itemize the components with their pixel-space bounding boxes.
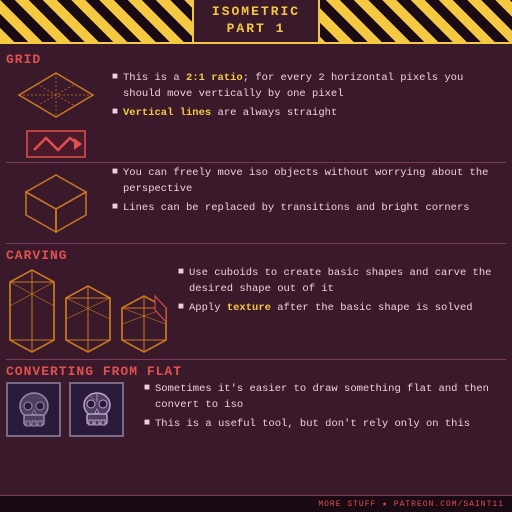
divider-3 [6, 359, 506, 360]
converting-bullet-1: ■ Sometimes it's easier to draw somethin… [144, 382, 506, 414]
header-title: ISOMETRIC PART 1 [212, 4, 300, 38]
footer-separator: ★ [382, 500, 394, 509]
grid-section: ■ This is a 2:1 ratio; for every 2 horiz… [6, 69, 506, 158]
carving-cube1-svg [6, 266, 58, 356]
iso-grid-svg [11, 69, 101, 124]
carving-bullet-2: ■ Apply texture after the basic shape is… [178, 301, 506, 317]
header: ISOMETRIC PART 1 [0, 0, 512, 44]
converting-text: ■ Sometimes it's easier to draw somethin… [144, 382, 506, 435]
converting-content: ■ Sometimes it's easier to draw somethin… [6, 382, 506, 437]
main-content: GRID [0, 44, 512, 441]
grid-section-label: GRID [6, 52, 506, 67]
carving-text: ■ Use cuboids to create basic shapes and… [178, 266, 506, 319]
footer-text: MORE STUFF ★ PATREON.COM/SAInt11 [318, 499, 504, 509]
carving-cube3-svg [118, 266, 170, 356]
grid-visuals [6, 69, 106, 158]
divider-2 [6, 243, 506, 244]
header-box: ISOMETRIC PART 1 [192, 0, 320, 44]
iso-cube-visual [6, 166, 106, 240]
carving-section-label: CARVING [6, 248, 506, 263]
iso-bullet-2: ■ Lines can be replaced by transitions a… [112, 201, 506, 217]
grid-bullet-2: ■ Vertical lines are always straight [112, 106, 506, 122]
footer-prefix: MORE STUFF [318, 500, 376, 509]
carving-section: CARVING [6, 248, 506, 356]
divider-1 [6, 162, 506, 163]
skull-svg-2 [75, 388, 119, 432]
skull-svg-1 [12, 388, 56, 432]
title-line1: ISOMETRIC [212, 4, 300, 19]
iso-move-text: ■ You can freely move iso objects withou… [112, 166, 506, 219]
footer-url: PATREON.COM/SAInt11 [394, 500, 504, 509]
converting-section: CONVERTING FROM FLAT [6, 364, 506, 437]
carving-bullet-1: ■ Use cuboids to create basic shapes and… [178, 266, 506, 298]
iso-bullet-1: ■ You can freely move iso objects withou… [112, 166, 506, 198]
title-line2: PART 1 [227, 21, 286, 36]
carving-cube-visuals [6, 266, 176, 356]
grid-text: ■ This is a 2:1 ratio; for every 2 horiz… [112, 69, 506, 124]
iso-cube-svg [16, 170, 96, 240]
ratio-arrow-svg [26, 130, 86, 158]
converting-bullet-2: ■ This is a useful tool, but don't rely … [144, 417, 506, 433]
skull-box-2 [69, 382, 124, 437]
grid-bullet-1: ■ This is a 2:1 ratio; for every 2 horiz… [112, 71, 506, 103]
skull-box-1 [6, 382, 61, 437]
iso-move-section: ■ You can freely move iso objects withou… [6, 166, 506, 240]
carving-cube2-svg [62, 266, 114, 356]
carving-content: ■ Use cuboids to create basic shapes and… [6, 266, 506, 356]
converting-images [6, 382, 136, 437]
converting-section-label: CONVERTING FROM FLAT [6, 364, 506, 379]
footer: MORE STUFF ★ PATREON.COM/SAInt11 [0, 495, 512, 512]
